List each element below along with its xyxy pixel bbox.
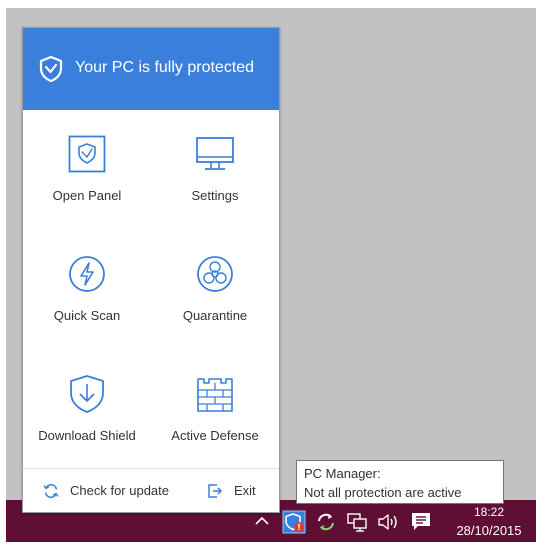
tooltip-message: Not all protection are active: [304, 485, 462, 500]
firewall-icon: [195, 374, 235, 414]
tile-label: Quick Scan: [53, 308, 121, 323]
quarantine-button[interactable]: Quarantine: [151, 230, 279, 348]
lightning-icon: [67, 254, 107, 294]
download-shield-button[interactable]: Download Shield: [23, 350, 151, 468]
speaker-icon: [378, 514, 397, 530]
exit-button[interactable]: Exit: [207, 481, 267, 501]
flyout-footer: Check for update Exit: [23, 468, 279, 513]
taskbar-clock[interactable]: 18:22 28/10/2015: [446, 503, 532, 541]
screenshot-border-left: [0, 0, 6, 546]
tooltip-title: PC Manager:: [304, 466, 381, 481]
active-defense-button[interactable]: Active Defense: [151, 350, 279, 468]
sync-tray-button[interactable]: [316, 512, 336, 532]
clock-date: 28/10/2015: [456, 523, 522, 538]
monitor-icon: [195, 134, 235, 174]
tile-label: Open Panel: [52, 188, 122, 203]
status-header[interactable]: Your PC is fully protected: [23, 28, 279, 110]
quick-scan-button[interactable]: Quick Scan: [23, 230, 151, 348]
pc-manager-flyout: Your PC is fully protected Open Panel Se…: [22, 27, 280, 513]
shield-check-icon: [39, 55, 63, 83]
volume-tray-button[interactable]: [376, 511, 402, 533]
tile-label: Quarantine: [182, 308, 248, 323]
action-center-button[interactable]: [410, 511, 432, 533]
open-panel-button[interactable]: Open Panel: [23, 110, 151, 228]
check-for-update-button[interactable]: Check for update: [43, 481, 183, 501]
check-for-update-label: Check for update: [70, 483, 170, 498]
download-shield-icon: [67, 374, 107, 414]
open-panel-icon: [67, 134, 107, 174]
show-hidden-icons-button[interactable]: [253, 512, 271, 530]
pc-manager-shield-icon: [282, 510, 306, 534]
network-tray-button[interactable]: [346, 511, 368, 533]
pc-manager-tray-button[interactable]: [282, 510, 306, 534]
exit-label: Exit: [234, 483, 256, 498]
screenshot-border-top: [0, 0, 542, 8]
biohazard-icon: [195, 254, 235, 294]
tile-label: Active Defense: [171, 428, 259, 443]
sync-icon: [318, 513, 334, 531]
exit-icon: [208, 484, 223, 498]
notification-icon: [412, 513, 430, 530]
tile-label: Settings: [191, 188, 239, 203]
screenshot-border-right: [536, 0, 542, 546]
tray-tooltip: PC Manager: Not all protection are activ…: [296, 460, 504, 504]
settings-button[interactable]: Settings: [151, 110, 279, 228]
screenshot-border-bottom: [0, 542, 542, 546]
network-icon: [347, 513, 367, 532]
clock-time: 18:22: [473, 505, 505, 519]
tile-label: Download Shield: [38, 428, 136, 443]
status-title: Your PC is fully protected: [75, 59, 255, 76]
chevron-up-icon: [255, 516, 269, 525]
refresh-icon: [43, 483, 59, 499]
